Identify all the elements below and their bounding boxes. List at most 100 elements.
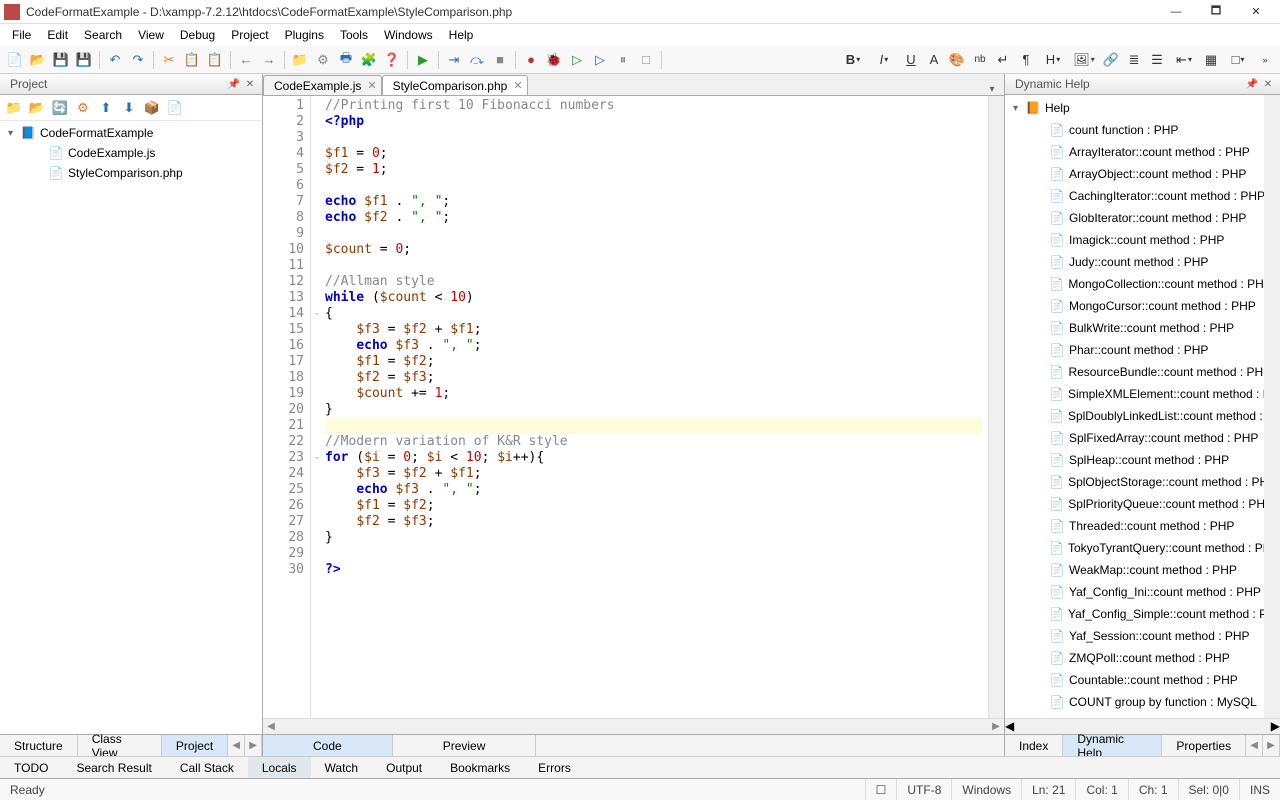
archive-icon[interactable]: 📦 [142, 98, 162, 118]
menu-tools[interactable]: Tools [332, 26, 376, 44]
tree-item[interactable]: 📄 StyleComparison.php [0, 163, 262, 183]
editor-tab[interactable]: CodeExample.js✕ [263, 75, 382, 95]
help-item[interactable]: 📄SplObjectStorage::count method : PHP [1005, 471, 1264, 493]
view-tab[interactable]: Search Result [62, 757, 165, 778]
pause-icon[interactable]: ⏸ [612, 49, 634, 71]
menu-help[interactable]: Help [441, 26, 482, 44]
bottom-tab[interactable]: Class View [78, 735, 162, 756]
step-into-icon[interactable]: ⇥ [443, 49, 465, 71]
color-icon[interactable]: 🎨 [946, 49, 968, 71]
vertical-scrollbar[interactable] [1264, 95, 1280, 718]
collapse-icon[interactable]: ▾ [1013, 103, 1025, 114]
sync-icon[interactable]: ⚙ [73, 98, 93, 118]
undo-icon[interactable]: ↶ [104, 49, 126, 71]
plugin-icon[interactable]: 🧩 [358, 49, 380, 71]
menu-edit[interactable]: Edit [39, 26, 76, 44]
view-tab[interactable]: Locals [248, 757, 311, 778]
more-icon[interactable]: » [1254, 49, 1276, 71]
help-item[interactable]: 📄ArrayIterator::count method : PHP [1005, 141, 1264, 163]
help-item[interactable]: 📄Yaf_Config_Ini::count method : PHP [1005, 581, 1264, 603]
menu-debug[interactable]: Debug [172, 26, 223, 44]
new-folder-icon[interactable]: 📁 [4, 98, 24, 118]
close-tab-icon[interactable]: ✕ [367, 79, 376, 92]
help-item[interactable]: 📄Yaf_Session::count method : PHP [1005, 625, 1264, 647]
help-item[interactable]: 📄Threaded::count method : PHP [1005, 515, 1264, 537]
bottom-tab[interactable]: Dynamic Help [1063, 735, 1162, 756]
next-icon[interactable]: ▷ [589, 49, 611, 71]
run-icon[interactable]: ▶ [412, 49, 434, 71]
link-icon[interactable]: 🔗 [1100, 49, 1122, 71]
bottom-tab[interactable]: Preview [393, 735, 537, 756]
status-mode[interactable]: INS [1239, 779, 1280, 800]
code-editor[interactable]: 1234567891011121314151617181920212223242… [263, 96, 1004, 718]
tab-menu-icon[interactable]: ▾ [984, 84, 1000, 95]
tab-nav-left-icon[interactable]: ◀ [228, 735, 245, 756]
help-root[interactable]: ▾📙Help [1005, 97, 1264, 119]
redo-icon[interactable]: ↷ [127, 49, 149, 71]
step-over-icon[interactable]: ⤼ [466, 49, 488, 71]
bottom-tab[interactable]: Code [263, 735, 393, 756]
scroll-right-icon[interactable]: ▶ [1271, 719, 1280, 734]
help-item[interactable]: 📄Countable::count method : PHP [1005, 669, 1264, 691]
menu-file[interactable]: File [4, 26, 39, 44]
vertical-scrollbar[interactable] [988, 96, 1004, 718]
back-icon[interactable]: ← [235, 49, 257, 71]
help-item[interactable]: 📄count function : PHP [1005, 119, 1264, 141]
panel-close-icon[interactable]: ✕ [1260, 76, 1276, 92]
help-item[interactable]: 📄WeakMap::count method : PHP [1005, 559, 1264, 581]
tab-nav-left-icon[interactable]: ◀ [1246, 735, 1263, 756]
status-checkbox[interactable]: ☐ [865, 779, 897, 800]
nb-icon[interactable]: nb [969, 49, 991, 71]
minimize-button[interactable]: — [1156, 1, 1196, 23]
bottom-tab[interactable]: Project [162, 735, 228, 756]
panel-close-icon[interactable]: ✕ [242, 76, 258, 92]
status-eol[interactable]: Windows [951, 779, 1021, 800]
help-item[interactable]: 📄ResourceBundle::count method : PHP [1005, 361, 1264, 383]
pin-icon[interactable]: 📌 [226, 76, 242, 92]
upload-icon[interactable]: ⬆ [96, 98, 116, 118]
help-item[interactable]: 📄BulkWrite::count method : PHP [1005, 317, 1264, 339]
bottom-tab[interactable]: Index [1005, 735, 1063, 756]
maximize-button[interactable]: 🗖 [1196, 1, 1236, 23]
help-item[interactable]: 📄ZMQPoll::count method : PHP [1005, 647, 1264, 669]
help-item[interactable]: 📄GlobIterator::count method : PHP [1005, 207, 1264, 229]
help-item[interactable]: 📄Yaf_Config_Simple::count method : PHP [1005, 603, 1264, 625]
view-tab[interactable]: Watch [311, 757, 373, 778]
folder-icon[interactable]: 📁 [289, 49, 311, 71]
menu-plugins[interactable]: Plugins [277, 26, 332, 44]
stop-icon[interactable]: ■ [489, 49, 511, 71]
print-icon[interactable]: 🖶 [335, 49, 357, 71]
settings-icon[interactable]: ⚙ [312, 49, 334, 71]
help-item[interactable]: 📄ArrayObject::count method : PHP [1005, 163, 1264, 185]
view-tab[interactable]: Bookmarks [436, 757, 524, 778]
help-item[interactable]: 📄MongoCursor::count method : PHP [1005, 295, 1264, 317]
heading-icon[interactable]: H▾ [1038, 49, 1068, 71]
pilcrow-icon[interactable]: ¶ [1015, 49, 1037, 71]
help-item[interactable]: 📄SplFixedArray::count method : PHP [1005, 427, 1264, 449]
help-item[interactable]: 📄SimpleXMLElement::count method : PHP [1005, 383, 1264, 405]
cut-icon[interactable]: ✂ [158, 49, 180, 71]
help-item[interactable]: 📄CachingIterator::count method : PHP [1005, 185, 1264, 207]
help-item[interactable]: 📄Imagick::count method : PHP [1005, 229, 1264, 251]
view-tab[interactable]: TODO [0, 757, 62, 778]
paste-icon[interactable]: 📋 [204, 49, 226, 71]
scroll-left-icon[interactable]: ◀ [1005, 719, 1014, 734]
outdent-icon[interactable]: ⇤▾ [1169, 49, 1199, 71]
help-item[interactable]: 📄MongoCollection::count method : PHP [1005, 273, 1264, 295]
table-icon[interactable]: ▦ [1200, 49, 1222, 71]
forward-icon[interactable]: → [258, 49, 280, 71]
bold-icon[interactable]: B▾ [838, 49, 868, 71]
editor-tab[interactable]: StyleComparison.php✕ [382, 75, 528, 95]
refresh-icon[interactable]: 🔄 [50, 98, 70, 118]
image-icon[interactable]: 🖼▾ [1069, 49, 1099, 71]
wrap-icon[interactable]: ↵ [992, 49, 1014, 71]
tree-root[interactable]: ▾ 📘 CodeFormatExample [0, 123, 262, 143]
help-icon[interactable]: ❓ [381, 49, 403, 71]
save-all-icon[interactable]: 💾 [73, 49, 95, 71]
breakpoint-icon[interactable]: ● [520, 49, 542, 71]
italic-icon[interactable]: I▾ [869, 49, 899, 71]
form-icon[interactable]: □▾ [1223, 49, 1253, 71]
font-icon[interactable]: A [923, 49, 945, 71]
stop2-icon[interactable]: □ [635, 49, 657, 71]
save-icon[interactable]: 💾 [50, 49, 72, 71]
